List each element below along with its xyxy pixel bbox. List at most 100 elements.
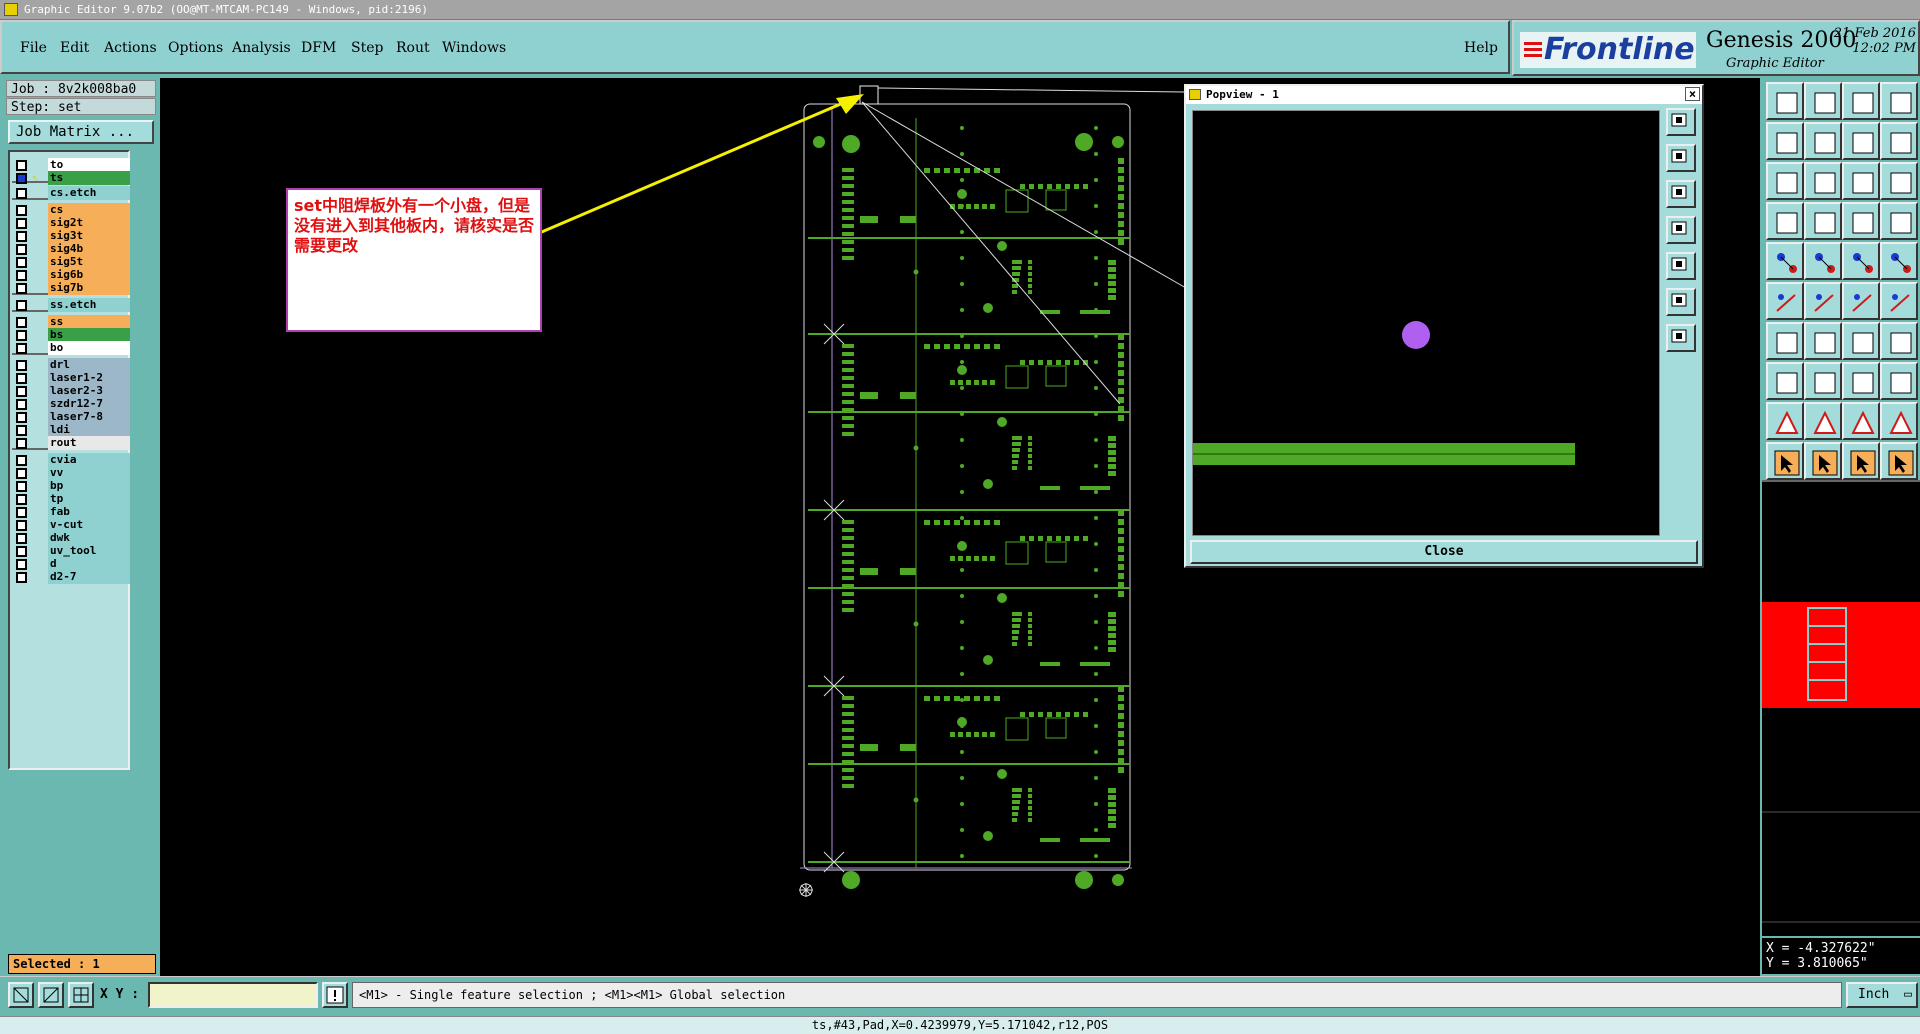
tool-button-measure[interactable] <box>1842 362 1880 400</box>
layer-row-szdr12-7[interactable]: szdr12-7 <box>16 397 130 411</box>
layer-row-vv[interactable]: vv <box>16 466 130 480</box>
layer-row-rout[interactable]: rout <box>16 436 130 450</box>
layer-checkbox[interactable] <box>16 173 27 184</box>
tool-button-fit-screen[interactable] <box>1766 162 1804 200</box>
tool-button-net[interactable] <box>1842 202 1880 240</box>
menu-rout[interactable]: Rout <box>396 40 430 56</box>
tool-button-surface[interactable] <box>1804 242 1842 280</box>
layer-row-d[interactable]: d <box>16 557 130 571</box>
tool-button-ruler[interactable] <box>1842 242 1880 280</box>
layer-row-tp[interactable]: tp <box>16 492 130 506</box>
tool-button-layer-down[interactable] <box>1804 82 1842 120</box>
tool-button-trim[interactable] <box>1804 362 1842 400</box>
menu-step[interactable]: Step <box>351 40 383 56</box>
tool-button-query[interactable] <box>1880 162 1918 200</box>
layer-row-v-cut[interactable]: v-cut <box>16 518 130 532</box>
overview-map[interactable] <box>1762 480 1920 936</box>
layer-checkbox[interactable] <box>16 494 27 505</box>
layer-checkbox[interactable] <box>16 160 27 171</box>
layer-checkbox[interactable] <box>16 481 27 492</box>
layer-row-dwk[interactable]: dwk <box>16 531 130 545</box>
layer-row-laser1-2[interactable]: laser1-2 <box>16 371 130 385</box>
tool-button-scroll[interactable] <box>1880 122 1918 160</box>
tool-button-triangle[interactable] <box>1766 402 1804 440</box>
measure-tool-button[interactable] <box>38 982 64 1008</box>
menu-windows[interactable]: Windows <box>442 40 506 56</box>
popview-tool-button[interactable] <box>1666 216 1696 244</box>
layer-row-sig6b[interactable]: sig6b <box>16 268 130 282</box>
tool-button-connect[interactable] <box>1766 282 1804 320</box>
tool-button-warning[interactable] <box>1880 402 1918 440</box>
layer-checkbox[interactable] <box>16 330 27 341</box>
layer-checkbox[interactable] <box>16 218 27 229</box>
tool-button-line[interactable] <box>1842 282 1880 320</box>
layer-checkbox[interactable] <box>16 231 27 242</box>
layer-checkbox[interactable] <box>16 468 27 479</box>
popview-tool-button[interactable] <box>1666 252 1696 280</box>
layer-row-ss[interactable]: ss <box>16 315 130 329</box>
layer-row-laser2-3[interactable]: laser2-3 <box>16 384 130 398</box>
layer-row-fab[interactable]: fab <box>16 505 130 519</box>
layer-checkbox[interactable] <box>16 533 27 544</box>
tool-button-swap[interactable] <box>1842 122 1880 160</box>
layer-row-ts[interactable]: ↖ ts <box>16 170 130 185</box>
tool-button-select-alt[interactable] <box>1804 442 1842 480</box>
tool-button-copy[interactable] <box>1766 362 1804 400</box>
layer-row-sig5t[interactable]: sig5t <box>16 255 130 269</box>
layer-row-cs[interactable]: cs <box>16 203 130 217</box>
menu-file[interactable]: File <box>20 40 47 56</box>
layer-checkbox[interactable] <box>16 546 27 557</box>
layer-row-sig7b[interactable]: sig7b <box>16 281 130 295</box>
popview-tool-button[interactable] <box>1666 144 1696 172</box>
tool-button-align[interactable] <box>1880 362 1918 400</box>
tool-button-select[interactable] <box>1766 442 1804 480</box>
tool-button-pad[interactable] <box>1804 202 1842 240</box>
tool-button-arc[interactable] <box>1880 282 1918 320</box>
layer-row-ldi[interactable]: ldi <box>16 423 130 437</box>
layer-checkbox[interactable] <box>16 455 27 466</box>
tool-button-net-alt[interactable] <box>1880 202 1918 240</box>
tool-button-home[interactable] <box>1842 82 1880 120</box>
layer-row-ss.etch[interactable]: ss.etch <box>16 298 130 312</box>
layer-checkbox[interactable] <box>16 507 27 518</box>
grid-tool-button[interactable] <box>68 982 94 1008</box>
tool-button-shift-right[interactable] <box>1804 122 1842 160</box>
unit-selector[interactable]: Inch ▭ <box>1846 982 1918 1008</box>
layer-checkbox[interactable] <box>16 283 27 294</box>
info-button[interactable] <box>322 982 348 1008</box>
layer-checkbox[interactable] <box>16 438 27 449</box>
popview-tool-button[interactable] <box>1666 288 1696 316</box>
layer-row-cs.etch[interactable]: cs.etch <box>16 186 130 200</box>
layer-checkbox[interactable] <box>16 205 27 216</box>
layer-checkbox[interactable] <box>16 572 27 583</box>
layer-checkbox[interactable] <box>16 520 27 531</box>
layer-row-sig4b[interactable]: sig4b <box>16 242 130 256</box>
popview-tool-button[interactable] <box>1666 180 1696 208</box>
layer-checkbox[interactable] <box>16 386 27 397</box>
menu-analysis[interactable]: Analysis <box>232 40 291 56</box>
layer-checkbox[interactable] <box>16 257 27 268</box>
popview-tool-button[interactable] <box>1666 324 1696 352</box>
tool-button-shift-left[interactable] <box>1766 122 1804 160</box>
tool-button-rotate[interactable] <box>1842 322 1880 360</box>
layer-checkbox[interactable] <box>16 270 27 281</box>
layer-checkbox[interactable] <box>16 244 27 255</box>
zoom-tool-button[interactable] <box>8 982 34 1008</box>
layer-row-bo[interactable]: bo <box>16 341 130 355</box>
tool-button-angle[interactable] <box>1766 322 1804 360</box>
layer-checkbox[interactable] <box>16 373 27 384</box>
menu-dfm[interactable]: DFM <box>301 40 336 56</box>
popview-tool-button[interactable] <box>1666 108 1696 136</box>
tool-button-arch[interactable] <box>1842 402 1880 440</box>
layer-row-d2-7[interactable]: d2-7 <box>16 570 130 584</box>
layer-row-cvia[interactable]: cvia <box>16 453 130 467</box>
layer-row-bp[interactable]: bp <box>16 479 130 493</box>
layer-row-sig2t[interactable]: sig2t <box>16 216 130 230</box>
tool-button-route[interactable] <box>1880 442 1918 480</box>
layer-row-sig3t[interactable]: sig3t <box>16 229 130 243</box>
menu-help[interactable]: Help <box>1464 40 1498 56</box>
tool-button-slash[interactable] <box>1804 322 1842 360</box>
popview-canvas[interactable] <box>1192 110 1660 536</box>
layer-checkbox[interactable] <box>16 399 27 410</box>
tool-button-step[interactable] <box>1880 82 1918 120</box>
